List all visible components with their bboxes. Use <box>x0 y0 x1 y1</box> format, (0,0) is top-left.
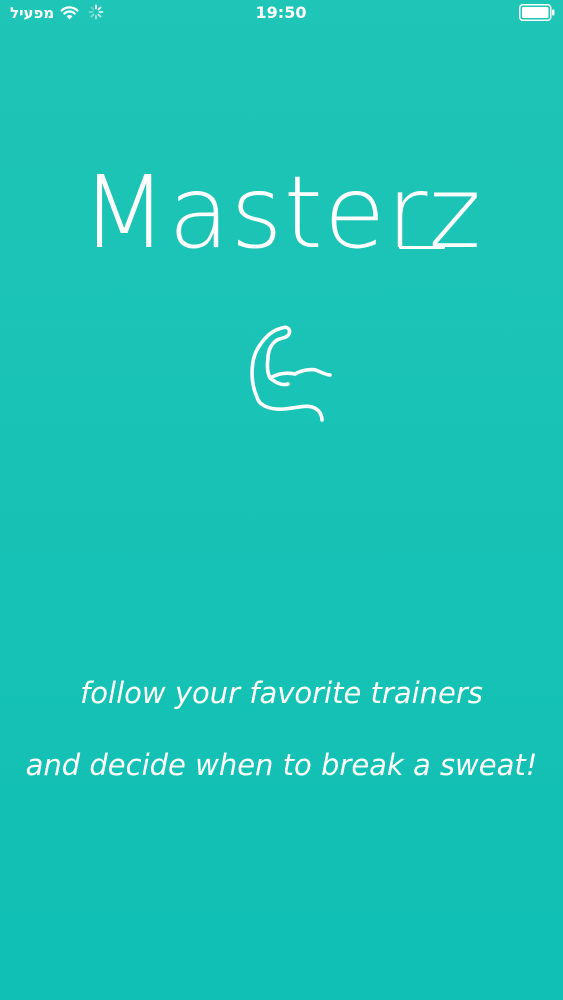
wifi-icon <box>60 6 79 20</box>
app-title: Masterz <box>81 154 482 271</box>
status-bar: מפעיל 19:50 <box>0 0 563 26</box>
title-underline-decoration <box>399 246 445 249</box>
activity-spinner-icon <box>88 4 104 20</box>
tagline-line-2: and decide when to break a sweat! <box>25 748 538 782</box>
tagline-line-1: follow your favorite trainers <box>80 676 483 710</box>
status-time: 19:50 <box>255 3 307 22</box>
splash-screen: מפעיל 19:50 Masterz follow your favorite… <box>0 0 563 1000</box>
carrier-name: מפעיל <box>10 4 55 22</box>
battery-icon <box>519 4 555 21</box>
flexed-biceps-icon <box>250 325 332 422</box>
